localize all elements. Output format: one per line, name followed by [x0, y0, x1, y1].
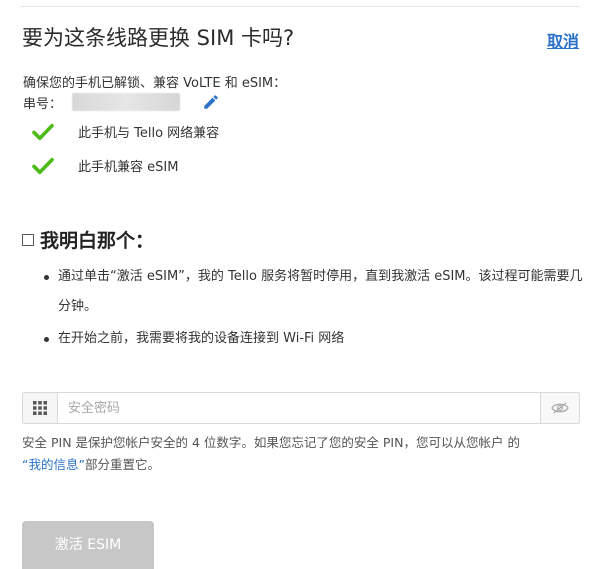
- check-icon: [32, 123, 54, 140]
- page-title: 要为这条线路更换 SIM 卡吗?: [22, 26, 295, 50]
- acknowledge-bullets: 通过单击“激活 eSIM”，我的 Tello 服务将暂时停用，直到我激活 eSI…: [44, 262, 584, 354]
- compat-check-label: 此手机兼容 eSIM: [78, 160, 179, 175]
- serial-row: 串号：: [23, 92, 220, 112]
- keypad-icon: [23, 393, 58, 423]
- list-item: 通过单击“激活 eSIM”，我的 Tello 服务将暂时停用，直到我激活 eSI…: [44, 262, 584, 322]
- pencil-icon[interactable]: [202, 93, 220, 111]
- pin-help-body: 安全 PIN 是保护您帐户安全的 4 位数字。如果您忘记了您的安全 PIN，您可…: [22, 435, 520, 450]
- list-item: 在开始之前，我需要将我的设备连接到 Wi-Fi 网络: [44, 324, 584, 354]
- compat-check-label: 此手机与 Tello 网络兼容: [78, 126, 220, 141]
- serial-value-redacted: [72, 93, 181, 111]
- check-icon: [32, 157, 54, 174]
- acknowledge-title: 我明白那个：: [40, 230, 155, 252]
- show-password-toggle[interactable]: [540, 393, 579, 423]
- top-divider: [20, 6, 580, 7]
- pin-help-text: 安全 PIN 是保护您帐户安全的 4 位数字。如果您忘记了您的安全 PIN，您可…: [22, 432, 582, 476]
- security-pin-input[interactable]: [58, 393, 540, 423]
- acknowledge-checkbox-row[interactable]: 我明白那个：: [22, 226, 154, 253]
- eye-icon: [551, 402, 569, 414]
- compat-check-network: 此手机与 Tello 网络兼容: [32, 122, 219, 141]
- pin-help-suffix: 部分重置它。: [84, 457, 160, 472]
- cancel-link[interactable]: 取消: [547, 28, 579, 52]
- acknowledge-checkbox[interactable]: [22, 233, 34, 246]
- activate-esim-button[interactable]: 激活 ESIM: [22, 521, 154, 569]
- ensure-instructions: 确保您的手机已解锁、兼容 VoLTE 和 eSIM：: [23, 76, 287, 91]
- my-info-link[interactable]: “我的信息”: [22, 457, 85, 472]
- security-pin-field: [22, 392, 580, 424]
- serial-label: 串号：: [23, 96, 63, 112]
- compat-check-esim: 此手机兼容 eSIM: [32, 156, 178, 175]
